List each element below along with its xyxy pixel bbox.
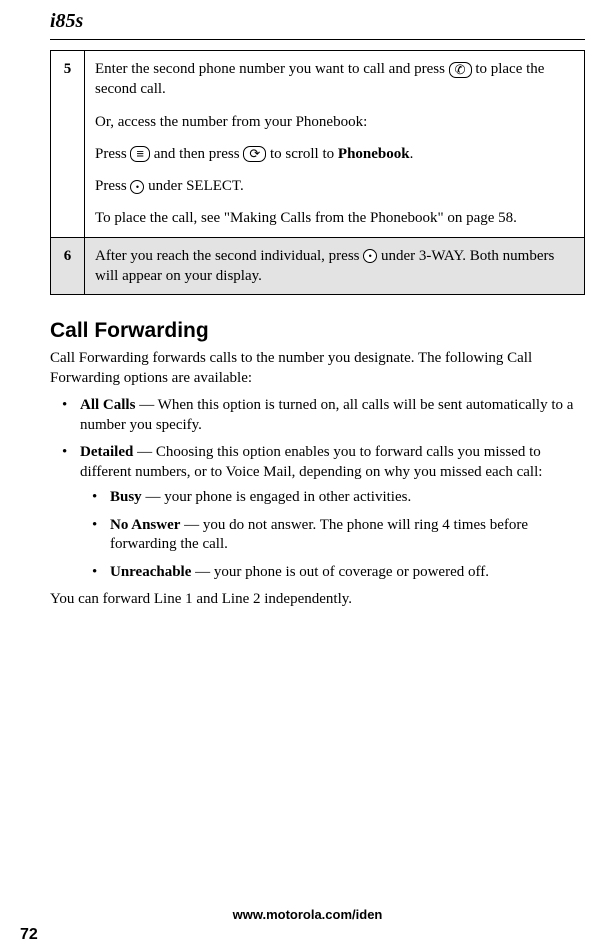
menu-icon: ≡ bbox=[130, 146, 150, 162]
bullet-label: Busy bbox=[110, 489, 142, 505]
section-heading: Call Forwarding bbox=[50, 319, 585, 343]
section-intro: Call Forwarding forwards calls to the nu… bbox=[50, 349, 585, 388]
header-rule bbox=[50, 39, 585, 40]
step-body: Enter the second phone number you want t… bbox=[85, 51, 585, 238]
call-icon: ✆ bbox=[449, 62, 472, 78]
bullet-list: All Calls — When this option is turned o… bbox=[50, 396, 585, 582]
step-paragraph: Press ≡ and then press ⟳ to scroll to Ph… bbox=[95, 144, 574, 164]
page-header: i85s bbox=[50, 10, 585, 33]
step-paragraph: Enter the second phone number you want t… bbox=[95, 59, 574, 100]
bullet-label: Detailed bbox=[80, 444, 133, 460]
list-item: Busy — your phone is engaged in other ac… bbox=[80, 488, 585, 508]
scroll-icon: ⟳ bbox=[243, 146, 266, 162]
step-number: 6 bbox=[51, 237, 85, 295]
list-item: No Answer — you do not answer. The phone… bbox=[80, 516, 585, 555]
select-icon: • bbox=[130, 180, 144, 194]
steps-table: 5Enter the second phone number you want … bbox=[50, 50, 585, 295]
option-icon: • bbox=[363, 249, 377, 263]
model-label: i85s bbox=[50, 10, 83, 33]
bullet-label: No Answer bbox=[110, 517, 180, 533]
bold-term: Phonebook bbox=[338, 146, 410, 162]
step-paragraph: Or, access the number from your Phoneboo… bbox=[95, 112, 574, 132]
bullet-label: Unreachable bbox=[110, 564, 191, 580]
table-row: 6After you reach the second individual, … bbox=[51, 237, 585, 295]
list-item: Detailed — Choosing this option enables … bbox=[50, 443, 585, 582]
table-row: 5Enter the second phone number you want … bbox=[51, 51, 585, 238]
footer-url: www.motorola.com/iden bbox=[0, 907, 615, 922]
page-number: 72 bbox=[20, 926, 38, 944]
list-item: Unreachable — your phone is out of cover… bbox=[80, 563, 585, 583]
step-number: 5 bbox=[51, 51, 85, 238]
step-paragraph: Press • under SELECT. bbox=[95, 176, 574, 196]
section-outro: You can forward Line 1 and Line 2 indepe… bbox=[50, 590, 585, 610]
step-paragraph: After you reach the second individual, p… bbox=[95, 246, 574, 287]
step-body: After you reach the second individual, p… bbox=[85, 237, 585, 295]
list-item: All Calls — When this option is turned o… bbox=[50, 396, 585, 435]
step-paragraph: To place the call, see "Making Calls fro… bbox=[95, 208, 574, 228]
sub-list: Busy — your phone is engaged in other ac… bbox=[80, 488, 585, 582]
bullet-label: All Calls bbox=[80, 397, 135, 413]
